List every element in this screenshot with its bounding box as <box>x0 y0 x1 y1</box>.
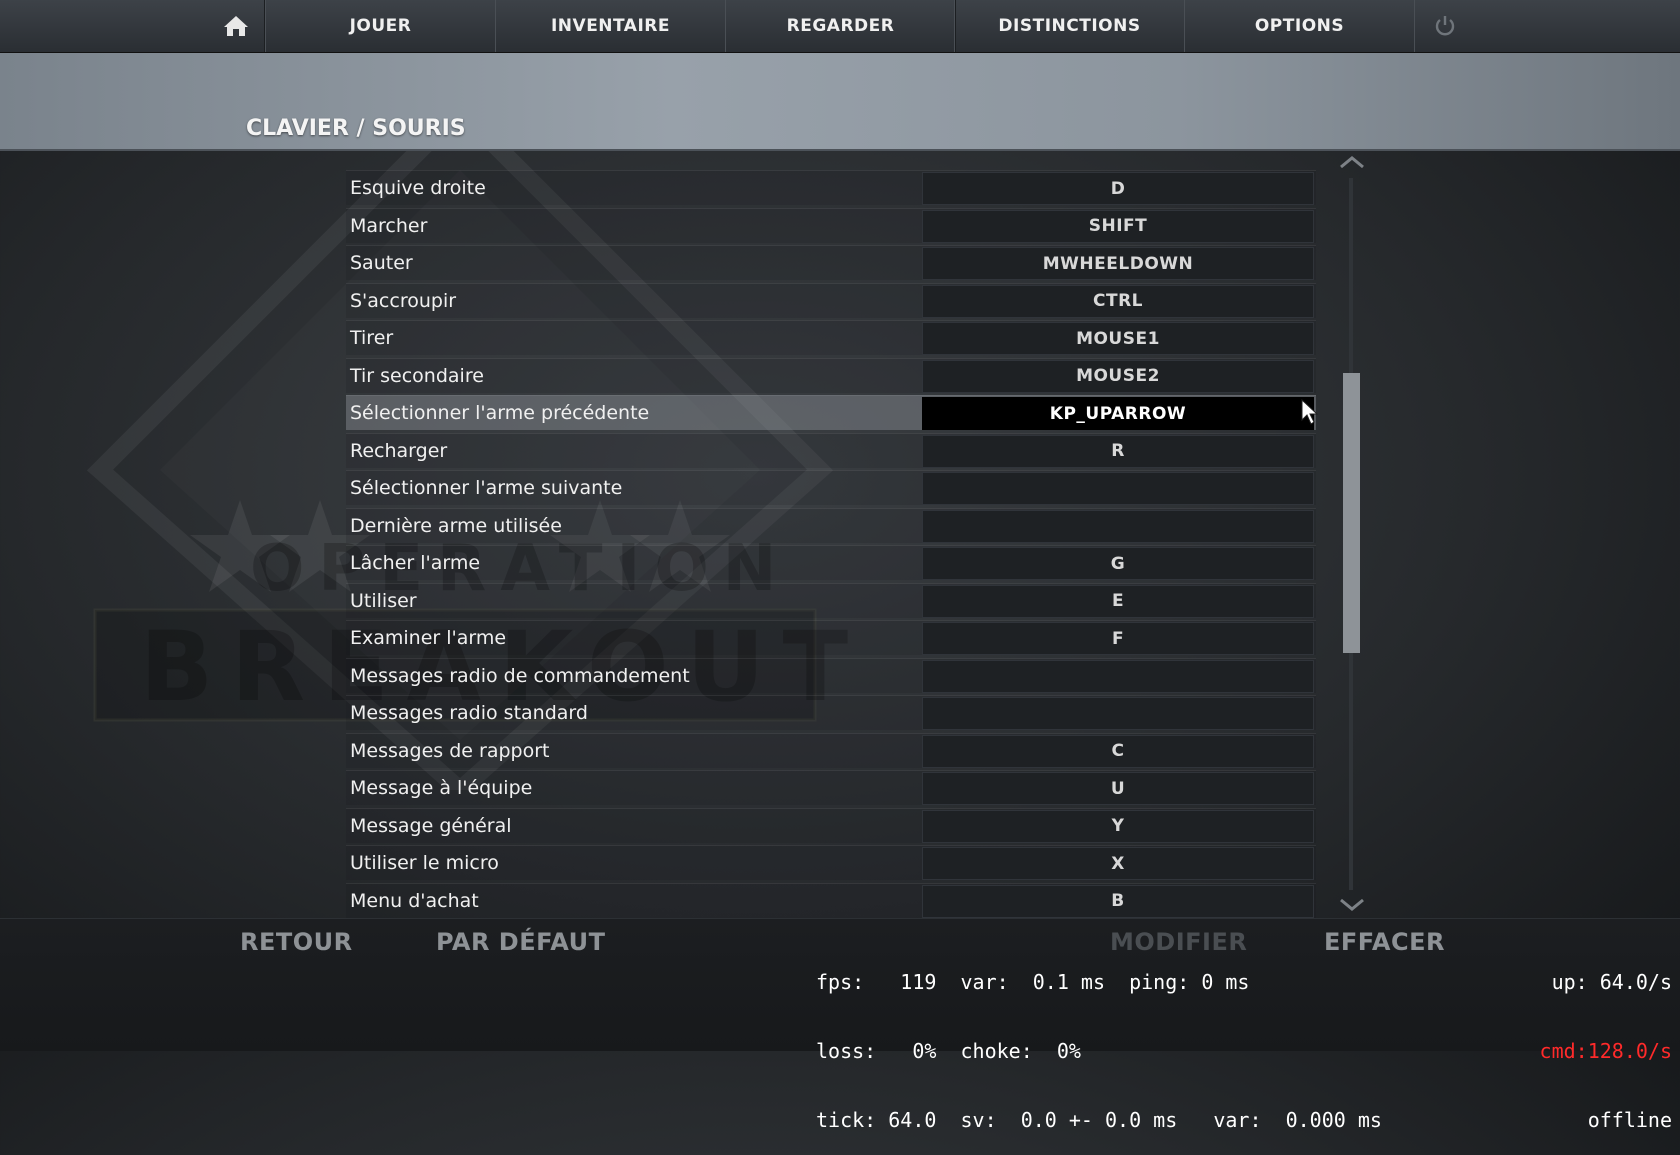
keybind-action-label: Sauter <box>350 252 413 274</box>
keybind-row[interactable]: Utiliser E <box>346 582 1316 618</box>
top-navigation: JOUER INVENTAIRE REGARDER DISTINCTIONS O… <box>0 0 1680 53</box>
nav-awards[interactable]: DISTINCTIONS <box>954 0 1185 52</box>
keybind-row[interactable]: Messages radio de commandement <box>346 657 1316 693</box>
keybind-row[interactable]: Esquive droite D <box>346 170 1316 205</box>
nav-options[interactable]: OPTIONS <box>1184 0 1415 52</box>
net-graph-rates: up: 64.0/s cmd:128.0/s offline <box>1540 925 1672 1155</box>
keybind-action-label: Message à l'équipe <box>350 777 533 799</box>
keybind-key-field[interactable]: MWHEELDOWN <box>922 247 1314 280</box>
keybind-row[interactable]: Recharger R <box>346 432 1316 468</box>
power-button[interactable] <box>1414 0 1475 52</box>
keybind-row[interactable]: Dernière arme utilisée <box>346 507 1316 543</box>
keybind-key-field[interactable]: R <box>922 434 1314 468</box>
keybind-row[interactable]: Sauter MWHEELDOWN <box>346 245 1316 280</box>
keybind-action-label: Messages radio standard <box>350 702 588 724</box>
keybind-action-label: Tirer <box>350 327 394 349</box>
keybind-key-field[interactable]: KP_UPARROW <box>922 397 1314 430</box>
keybind-row[interactable]: Marcher SHIFT <box>346 207 1316 243</box>
keybind-row[interactable]: Menu d'achat B <box>346 882 1316 918</box>
keybind-action-label: Messages de rapport <box>350 739 550 762</box>
nav-play[interactable]: JOUER <box>265 0 496 52</box>
keybind-row[interactable]: Tir secondaire MOUSE2 <box>346 357 1316 393</box>
keybind-key-field[interactable]: Y <box>922 809 1314 843</box>
keybind-row[interactable]: S'accroupir CTRL <box>346 282 1316 318</box>
netgraph-up: up: 64.0/s <box>1551 970 1672 994</box>
keybind-key-field[interactable]: C <box>922 734 1314 768</box>
keybind-action-label: Examiner l'arme <box>350 627 507 649</box>
home-button[interactable] <box>208 0 265 52</box>
keybind-key-field[interactable]: B <box>922 884 1314 918</box>
keybind-key-field[interactable]: SHIFT <box>922 209 1314 243</box>
keybind-key-field[interactable]: D <box>922 172 1314 205</box>
scroll-down-icon[interactable] <box>1338 895 1366 915</box>
keybind-action-label: Tir secondaire <box>350 364 484 387</box>
netgraph-line-fps: fps: 119 var: 0.1 ms ping: 0 ms <box>816 970 1250 994</box>
keybind-row[interactable]: Lâcher l'arme G <box>346 545 1316 580</box>
power-icon <box>1435 16 1455 36</box>
keybind-action-label: Message général <box>350 814 512 837</box>
netgraph-status: offline <box>1587 1108 1672 1132</box>
keybind-row[interactable]: Messages radio standard <box>346 695 1316 730</box>
scroll-up-icon[interactable] <box>1338 152 1366 172</box>
keybind-key-field[interactable] <box>922 659 1314 693</box>
keybind-key-field[interactable] <box>922 509 1314 543</box>
keybind-action-label: Sélectionner l'arme suivante <box>350 477 623 499</box>
keybind-key-field[interactable]: U <box>922 772 1314 805</box>
keybind-action-label: Sélectionner l'arme précédente <box>350 402 650 424</box>
keybind-row[interactable]: Message à l'équipe U <box>346 770 1316 805</box>
keybind-row[interactable]: Sélectionner l'arme précédente KP_UPARROW <box>346 395 1316 430</box>
mouse-cursor-icon <box>1301 398 1319 425</box>
keybind-row[interactable]: Sélectionner l'arme suivante <box>346 470 1316 505</box>
keybind-action-label: Utiliser le micro <box>350 852 499 874</box>
keybind-key-field[interactable]: CTRL <box>922 284 1314 318</box>
page-title: CLAVIER / SOURIS <box>246 116 466 141</box>
keybind-key-field[interactable]: X <box>922 847 1314 880</box>
back-button[interactable]: RETOUR <box>240 928 353 956</box>
keybind-row[interactable]: Examiner l'arme F <box>346 620 1316 655</box>
keybind-action-label: Recharger <box>350 439 448 462</box>
keybind-action-label: S'accroupir <box>350 289 457 312</box>
keybind-row[interactable]: Messages de rapport C <box>346 732 1316 768</box>
keybind-key-field[interactable] <box>922 697 1314 730</box>
nav-watch[interactable]: REGARDER <box>725 0 956 52</box>
nav-inventory[interactable]: INVENTAIRE <box>495 0 726 52</box>
keybind-key-field[interactable]: MOUSE2 <box>922 359 1314 393</box>
defaults-button[interactable]: PAR DÉFAUT <box>436 928 605 956</box>
keybind-key-field[interactable] <box>922 472 1314 505</box>
home-icon <box>224 16 248 36</box>
keybind-row[interactable]: Tirer MOUSE1 <box>346 320 1316 355</box>
scrollbar-thumb[interactable] <box>1343 373 1360 653</box>
keybind-key-field[interactable]: MOUSE1 <box>922 322 1314 355</box>
net-graph: fps: 119 var: 0.1 ms ping: 0 ms loss: 0%… <box>816 925 1382 1155</box>
keybind-key-field[interactable]: E <box>922 584 1314 618</box>
keybind-list: Esquive droite D Marcher SHIFT Sauter MWHEELD… <box>346 170 1316 920</box>
keybind-action-label: Esquive droite <box>350 177 486 199</box>
keybind-action-label: Marcher <box>350 214 428 237</box>
keybind-action-label: Messages radio de commandement <box>350 664 690 687</box>
netgraph-line-tick: tick: 64.0 sv: 0.0 +- 0.0 ms var: 0.000 … <box>816 1108 1382 1132</box>
keybind-action-label: Lâcher l'arme <box>350 552 481 574</box>
netgraph-cmd: cmd:128.0/s <box>1539 1039 1672 1063</box>
keybind-row[interactable]: Message général Y <box>346 807 1316 843</box>
keybind-action-label: Dernière arme utilisée <box>350 514 562 537</box>
keybind-key-field[interactable]: F <box>922 622 1314 655</box>
keybind-action-label: Utiliser <box>350 589 417 612</box>
keybind-row[interactable]: Utiliser le micro X <box>346 845 1316 880</box>
keybind-action-label: Menu d'achat <box>350 889 479 912</box>
netgraph-line-loss: loss: 0% choke: 0% <box>816 1039 1081 1063</box>
keybind-key-field[interactable]: G <box>922 547 1314 580</box>
